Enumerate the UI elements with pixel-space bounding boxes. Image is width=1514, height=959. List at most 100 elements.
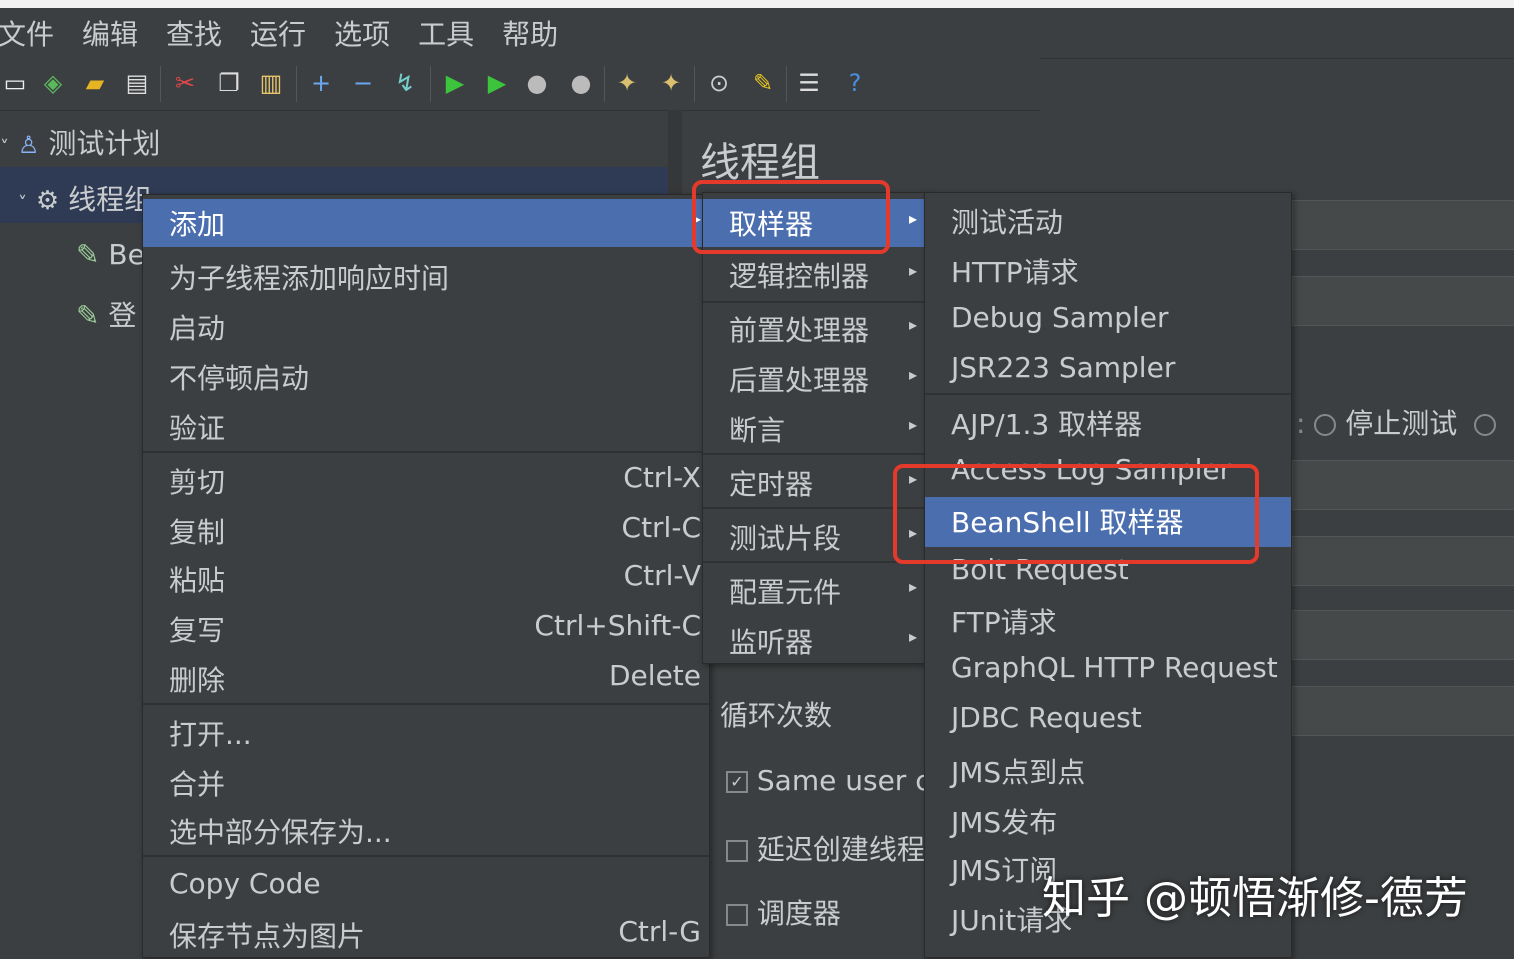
- menu-item-cut[interactable]: 剪切 Ctrl-X: [143, 457, 709, 505]
- menu-tools[interactable]: 工具: [418, 13, 474, 53]
- watermark: 知乎 @顿悟渐修-德芳: [1042, 873, 1468, 924]
- chevron-right-icon: ▸: [908, 209, 917, 228]
- paste-icon[interactable]: ▥: [256, 68, 286, 98]
- tree-item-thread-group[interactable]: ˅ ⚙ 线程组: [18, 178, 152, 218]
- sampler-submenu: 测试活动 HTTP请求 Debug Sampler JSR223 Sampler…: [924, 192, 1292, 958]
- help-icon[interactable]: ?: [840, 68, 870, 98]
- menu-item-test-fragment[interactable]: 测试片段 ▸: [703, 513, 925, 561]
- menu-item-graphql-request[interactable]: GraphQL HTTP Request: [925, 647, 1291, 695]
- menu-run[interactable]: 运行: [250, 13, 306, 53]
- chevron-right-icon: ▸: [908, 261, 917, 280]
- menu-item-ftp-request[interactable]: FTP请求: [925, 597, 1291, 645]
- checkbox-label: Same user c: [756, 764, 931, 797]
- tree-item-child-1[interactable]: ✎ Be: [76, 238, 145, 271]
- menu-item-debug-sampler[interactable]: Debug Sampler: [925, 297, 1291, 345]
- checkbox-label: 延迟创建线程: [756, 833, 925, 866]
- menu-item-jsr223-sampler[interactable]: JSR223 Sampler: [925, 347, 1291, 395]
- save-icon[interactable]: ▤: [122, 68, 152, 98]
- collapse-icon[interactable]: −: [348, 68, 378, 98]
- menu-item-delete[interactable]: 删除 Delete: [143, 655, 709, 703]
- checkbox-label: 调度器: [756, 897, 841, 930]
- cut-icon[interactable]: ✂: [170, 68, 200, 98]
- menu-item-copy-code[interactable]: Copy Code: [143, 863, 709, 911]
- add-submenu: 取样器 ▸ 逻辑控制器 ▸ 前置处理器 ▸ 后置处理器 ▸ 断言 ▸ 定时器 ▸ 测试片段 ▸…: [702, 192, 926, 664]
- checkbox-checked-icon: ✓: [726, 771, 748, 793]
- radio-icon: [1314, 414, 1337, 436]
- menu-item-timer[interactable]: 定时器 ▸: [703, 459, 925, 507]
- menu-item-post-processor[interactable]: 后置处理器 ▸: [703, 355, 925, 403]
- menu-item-add[interactable]: 添加 ▸: [143, 199, 709, 247]
- radio-icon: [1474, 414, 1497, 436]
- checkbox-icon: [726, 840, 748, 862]
- menu-item-add-response-time[interactable]: 为子线程添加响应时间: [143, 253, 709, 301]
- menu-item-jms-point-to-point[interactable]: JMS点到点: [925, 747, 1291, 795]
- tree-label: 线程组: [68, 183, 153, 216]
- menu-file[interactable]: 文件: [0, 13, 54, 53]
- new-icon[interactable]: ▭: [0, 68, 30, 98]
- menu-help[interactable]: 帮助: [502, 13, 558, 53]
- start-icon[interactable]: ▶: [440, 68, 470, 98]
- name-field[interactable]: [1292, 200, 1514, 250]
- menu-item-listener[interactable]: 监听器 ▸: [703, 617, 925, 665]
- chevron-down-icon: ˅: [18, 193, 27, 214]
- menu-bar: 文件 编辑 查找 运行 选项 工具 帮助: [0, 8, 1514, 59]
- menu-item-jms-publisher[interactable]: JMS发布: [925, 797, 1291, 845]
- menu-item-open[interactable]: 打开...: [143, 709, 709, 757]
- reset-search-icon[interactable]: ✎: [748, 68, 778, 98]
- menu-item-jdbc-request[interactable]: JDBC Request: [925, 697, 1291, 745]
- shutdown-icon[interactable]: ●: [566, 68, 596, 98]
- loop-field[interactable]: [1292, 610, 1514, 660]
- open-icon[interactable]: ▰: [80, 68, 110, 98]
- same-user-checkbox[interactable]: ✓ Same user c: [726, 764, 931, 797]
- menu-search[interactable]: 查找: [166, 13, 222, 53]
- menu-item-save-selection[interactable]: 选中部分保存为...: [143, 807, 709, 855]
- menu-item-test-action[interactable]: 测试活动: [925, 197, 1291, 245]
- menu-item-http-request[interactable]: HTTP请求: [925, 247, 1291, 295]
- gear-icon: ⚙: [35, 186, 60, 216]
- menu-item-paste[interactable]: 粘贴 Ctrl-V: [143, 555, 709, 603]
- comment-field[interactable]: [1292, 276, 1514, 326]
- menu-item-start[interactable]: 启动: [143, 303, 709, 351]
- duration-field[interactable]: [1292, 686, 1514, 736]
- menu-item-start-no-pause[interactable]: 不停顿启动: [143, 353, 709, 401]
- menu-item-ajp-sampler[interactable]: AJP/1.3 取样器: [925, 399, 1291, 447]
- rampup-field[interactable]: [1292, 536, 1514, 586]
- function-helper-icon[interactable]: ☰: [794, 68, 824, 98]
- chevron-right-icon: ▸: [908, 415, 917, 434]
- chevron-right-icon: ▸: [908, 627, 917, 646]
- loop-label: 循环次数: [720, 699, 833, 732]
- menu-item-save-node-image[interactable]: 保存节点为图片 Ctrl-G: [143, 911, 709, 959]
- tree-label: Be: [108, 238, 145, 271]
- chevron-right-icon: ▸: [908, 315, 917, 334]
- templates-icon[interactable]: ◈: [38, 68, 68, 98]
- search-icon[interactable]: ⊙: [704, 68, 734, 98]
- menu-item-config-element[interactable]: 配置元件 ▸: [703, 567, 925, 615]
- menu-item-validate[interactable]: 验证: [143, 403, 709, 451]
- copy-icon[interactable]: ❐: [214, 68, 244, 98]
- start-no-pause-icon[interactable]: ▶: [482, 68, 512, 98]
- context-menu: 添加 ▸ 为子线程添加响应时间 启动 不停顿启动 验证 剪切 Ctrl-X 复制 Ct…: [142, 194, 710, 958]
- menu-item-logic-controller[interactable]: 逻辑控制器 ▸: [703, 251, 925, 299]
- menu-item-duplicate[interactable]: 复写 Ctrl+Shift-C: [143, 605, 709, 653]
- scheduler-checkbox[interactable]: 调度器: [726, 892, 841, 932]
- stop-test-radio[interactable]: : 停止测试: [1296, 402, 1497, 442]
- clear-all-icon[interactable]: ✦: [656, 68, 686, 98]
- expand-icon[interactable]: +: [306, 68, 336, 98]
- menu-item-pre-processor[interactable]: 前置处理器 ▸: [703, 305, 925, 353]
- chevron-right-icon: ▸: [908, 577, 917, 596]
- menu-edit[interactable]: 编辑: [82, 13, 138, 53]
- threads-field[interactable]: [1292, 460, 1514, 510]
- annotation-box-beanshell: [893, 464, 1259, 564]
- menu-item-assertion[interactable]: 断言 ▸: [703, 405, 925, 453]
- menu-item-copy[interactable]: 复制 Ctrl-C: [143, 507, 709, 555]
- stop-icon[interactable]: ●: [522, 68, 552, 98]
- toggle-icon[interactable]: ↯: [390, 68, 420, 98]
- tree-item-test-plan[interactable]: ˅ ♙ 测试计划: [0, 122, 160, 162]
- menu-item-merge[interactable]: 合并: [143, 759, 709, 807]
- tree-item-child-2[interactable]: ✎ 登: [76, 294, 136, 334]
- tree-label: 登: [108, 299, 137, 332]
- menu-options[interactable]: 选项: [334, 13, 390, 53]
- clear-icon[interactable]: ✦: [612, 68, 642, 98]
- chevron-down-icon: ˅: [0, 137, 9, 158]
- delay-create-checkbox[interactable]: 延迟创建线程: [726, 828, 925, 868]
